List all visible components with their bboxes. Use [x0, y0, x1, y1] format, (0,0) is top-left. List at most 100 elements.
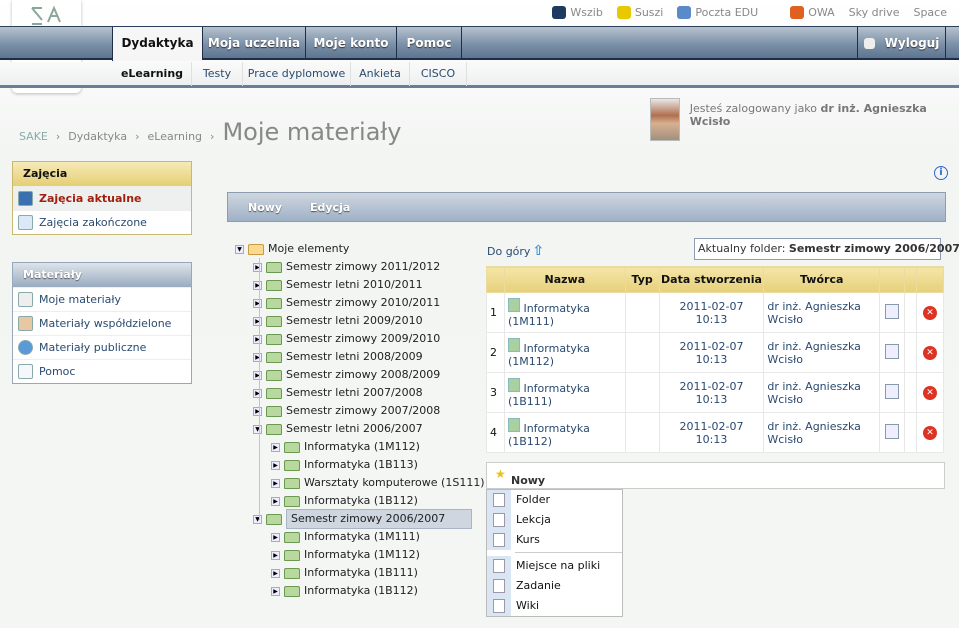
menu-item-wiki[interactable]: Wiki: [487, 596, 622, 616]
toolbar-new-button[interactable]: Nowy: [248, 201, 282, 214]
top-link-owa[interactable]: OWA: [790, 6, 835, 19]
creator-cell[interactable]: dr inż. Agnieszka Wcisło: [763, 372, 881, 413]
expand-toggle-icon[interactable]: ▶: [253, 370, 262, 380]
tree-node[interactable]: ▶ Semestr letni 2010/2011: [253, 276, 423, 294]
subtab-elearning[interactable]: eLearning: [113, 62, 192, 86]
edit-properties-icon[interactable]: [885, 303, 900, 319]
current-folder-value: Semestr zimowy 2006/2007: [788, 242, 959, 255]
tree-node[interactable]: ▶ Informatyka (1M112): [271, 438, 420, 456]
tree-node[interactable]: ▶ Informatyka (1M111): [271, 528, 420, 546]
tree-node[interactable]: ▶ Semestr zimowy 2008/2009: [253, 366, 440, 384]
collapse-toggle-icon[interactable]: ▼: [253, 424, 262, 434]
menu-item-zadanie[interactable]: Zadanie: [487, 576, 622, 596]
expand-toggle-icon[interactable]: ▶: [271, 532, 280, 542]
tree-node[interactable]: ▶ Semestr zimowy 2011/2012: [253, 258, 440, 276]
tree-node[interactable]: ▶ Semestr letni 2009/2010: [253, 312, 423, 330]
folder-icon: [266, 423, 282, 435]
item-name[interactable]: Informatyka: [523, 422, 589, 435]
tree-node[interactable]: ▼ Moje elementy: [235, 240, 349, 258]
subtab-testy[interactable]: Testy: [192, 62, 243, 86]
expand-toggle-icon[interactable]: ▶: [253, 298, 262, 308]
tree-node[interactable]: ▶ Semestr letni 2008/2009: [253, 348, 423, 366]
subtab-cisco[interactable]: CISCO: [410, 62, 467, 86]
item-name[interactable]: Informatyka: [523, 382, 589, 395]
top-link-space[interactable]: Space: [913, 6, 947, 19]
expand-toggle-icon[interactable]: ▶: [253, 334, 262, 344]
new-menu-header[interactable]: ★ Nowy: [486, 462, 945, 489]
tree-node[interactable]: ▼ Semestr letni 2006/2007: [253, 420, 423, 438]
creator-cell[interactable]: dr inż. Agnieszka Wcisło: [763, 332, 881, 373]
item-name[interactable]: Informatyka: [523, 342, 589, 355]
expand-toggle-icon[interactable]: ▶: [253, 280, 262, 290]
tree-node[interactable]: ▶ Informatyka (1M112): [271, 546, 420, 564]
toolbar-edit-button[interactable]: Edycja: [310, 201, 350, 214]
expand-toggle-icon[interactable]: ▶: [253, 316, 262, 326]
sidebar-item-zajecia-aktualne[interactable]: Zajęcia aktualne: [13, 186, 191, 210]
expand-toggle-icon[interactable]: ▶: [253, 262, 262, 272]
edit-properties-icon[interactable]: [885, 383, 900, 399]
tree-node[interactable]: ▶ Informatyka (1B113): [271, 456, 418, 474]
tab-moje-konto[interactable]: Moje konto: [305, 27, 396, 59]
expand-toggle-icon[interactable]: ▶: [271, 442, 280, 452]
breadcrumb-dydaktyka[interactable]: Dydaktyka: [68, 130, 127, 143]
menu-item-miejsce-na-pliki[interactable]: Miejsce na pliki: [487, 556, 622, 576]
sidebar-item-materialy-publiczne[interactable]: Materiały publiczne: [13, 335, 191, 359]
up-link[interactable]: Do góry ⇧: [487, 243, 544, 259]
collapse-toggle-icon[interactable]: ▼: [235, 244, 244, 254]
sidebar-item-moje-materialy[interactable]: Moje materiały: [13, 287, 191, 311]
breadcrumb-sake[interactable]: SAKE: [19, 130, 48, 143]
name-cell[interactable]: Informatyka (1B112): [503, 412, 626, 453]
subtab-prace-dyplomowe[interactable]: Prace dyplomowe: [243, 62, 351, 86]
tree-node[interactable]: ▶ Semestr zimowy 2007/2008: [253, 402, 440, 420]
expand-toggle-icon[interactable]: ▶: [271, 586, 280, 596]
breadcrumb-elearning[interactable]: eLearning: [148, 130, 203, 143]
menu-item-kurs[interactable]: Kurs: [487, 530, 622, 550]
sidebar-item-pomoc[interactable]: Pomoc: [13, 359, 191, 383]
top-link-wszib[interactable]: Wszib: [552, 6, 603, 19]
column-header: [879, 266, 906, 293]
expand-toggle-icon[interactable]: ▶: [271, 478, 280, 488]
delete-icon[interactable]: ✕: [922, 306, 937, 320]
menu-item-lekcja[interactable]: Lekcja: [487, 510, 622, 530]
tree-node[interactable]: ▶ Semestr letni 2007/2008: [253, 384, 423, 402]
tree-node[interactable]: ▶ Semestr zimowy 2010/2011: [253, 294, 440, 312]
expand-toggle-icon[interactable]: ▶: [271, 460, 280, 470]
name-cell[interactable]: Informatyka (1M111): [503, 292, 626, 333]
tree-node[interactable]: ▶ Semestr zimowy 2009/2010: [253, 330, 440, 348]
expand-toggle-icon[interactable]: ▶: [253, 388, 262, 398]
delete-icon[interactable]: ✕: [922, 346, 937, 360]
expand-toggle-icon[interactable]: ▶: [253, 352, 262, 362]
expand-toggle-icon[interactable]: ▶: [253, 406, 262, 416]
name-cell[interactable]: Informatyka (1B111): [503, 372, 626, 413]
delete-icon[interactable]: ✕: [922, 386, 937, 400]
sidebar-item-zajecia-zakonczone[interactable]: Zajęcia zakończone: [13, 210, 191, 234]
folder-icon: [266, 333, 282, 345]
top-link-suszi[interactable]: Suszi: [616, 6, 663, 19]
expand-toggle-icon[interactable]: ▶: [271, 550, 280, 560]
delete-icon[interactable]: ✕: [922, 426, 937, 440]
top-link-poczta-edu[interactable]: Poczta EDU: [677, 6, 758, 19]
tree-node[interactable]: ▶ Informatyka (1B112): [271, 492, 418, 510]
top-link-sky-drive[interactable]: Sky drive: [849, 6, 900, 19]
creator-cell[interactable]: dr inż. Agnieszka Wcisło: [763, 292, 881, 333]
tree-node[interactable]: ▶ Warsztaty komputerowe (1S111): [271, 474, 485, 492]
tab-moja-uczelnia[interactable]: Moja uczelnia: [202, 27, 305, 59]
subtab-ankieta[interactable]: Ankieta: [351, 62, 410, 86]
logout-button[interactable]: Wyloguj: [857, 27, 946, 59]
item-name[interactable]: Informatyka: [523, 302, 589, 315]
menu-item-folder[interactable]: Folder: [487, 490, 622, 510]
tab-dydaktyka[interactable]: Dydaktyka: [112, 27, 202, 61]
info-icon[interactable]: i: [934, 166, 948, 180]
tab-pomoc[interactable]: Pomoc: [396, 27, 462, 59]
edit-properties-icon[interactable]: [885, 343, 900, 359]
creator-cell[interactable]: dr inż. Agnieszka Wcisło: [763, 412, 881, 453]
sidebar-item-materialy-wspoldzielone[interactable]: Materiały współdzielone: [13, 311, 191, 335]
tree-node[interactable]: ▼ Semestr zimowy 2006/2007: [253, 509, 472, 529]
tree-node[interactable]: ▶ Informatyka (1B111): [271, 564, 418, 582]
collapse-toggle-icon[interactable]: ▼: [253, 514, 262, 524]
expand-toggle-icon[interactable]: ▶: [271, 496, 280, 506]
name-cell[interactable]: Informatyka (1M112): [503, 332, 626, 373]
edit-properties-icon[interactable]: [885, 423, 900, 439]
tree-node[interactable]: ▶ Informatyka (1B112): [271, 582, 418, 600]
expand-toggle-icon[interactable]: ▶: [271, 568, 280, 578]
